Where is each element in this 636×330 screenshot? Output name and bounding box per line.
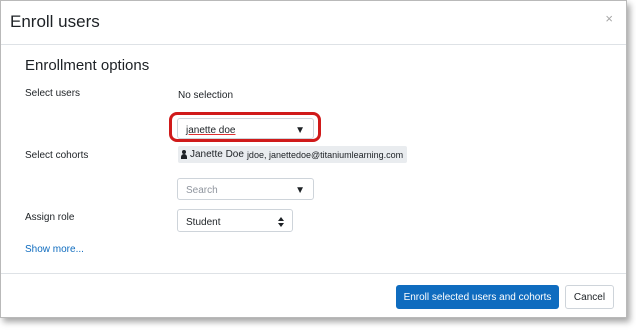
cancel-button[interactable]: Cancel — [565, 285, 614, 309]
person-icon — [181, 150, 187, 159]
modal-header: Enroll users × — [1, 1, 626, 45]
modal-title: Enroll users — [10, 12, 100, 31]
assign-role-select[interactable]: Student — [177, 209, 293, 232]
chevron-down-icon[interactable]: ▼ — [295, 185, 305, 196]
highlight-annotation — [169, 112, 321, 142]
select-cohorts-field[interactable]: Search ▼ — [177, 178, 314, 200]
cohorts-search-placeholder: Search — [186, 185, 218, 196]
show-more-link[interactable]: Show more... — [25, 244, 84, 255]
close-icon[interactable]: × — [605, 11, 613, 26]
users-selection-status: No selection — [178, 90, 234, 101]
updown-arrows-icon — [278, 217, 284, 227]
assign-role-label: Assign role — [25, 212, 75, 223]
assign-role-value: Student — [186, 217, 221, 228]
section-title: Enrollment options — [25, 57, 150, 74]
select-cohorts-label: Select cohorts — [25, 150, 89, 161]
modal-footer — [1, 273, 626, 274]
suggestion-name: Janette Doe — [190, 149, 244, 160]
select-users-label: Select users — [25, 88, 81, 99]
user-suggestion[interactable]: Janette Doe jdoe, janettedoe@titaniumlea… — [178, 146, 408, 163]
enroll-users-modal: Enroll users × Enrollment options Select… — [0, 0, 627, 318]
enroll-button[interactable]: Enroll selected users and cohorts — [396, 285, 559, 309]
suggestion-detail: jdoe, janettedoe@titaniumlearning.com — [246, 149, 404, 160]
